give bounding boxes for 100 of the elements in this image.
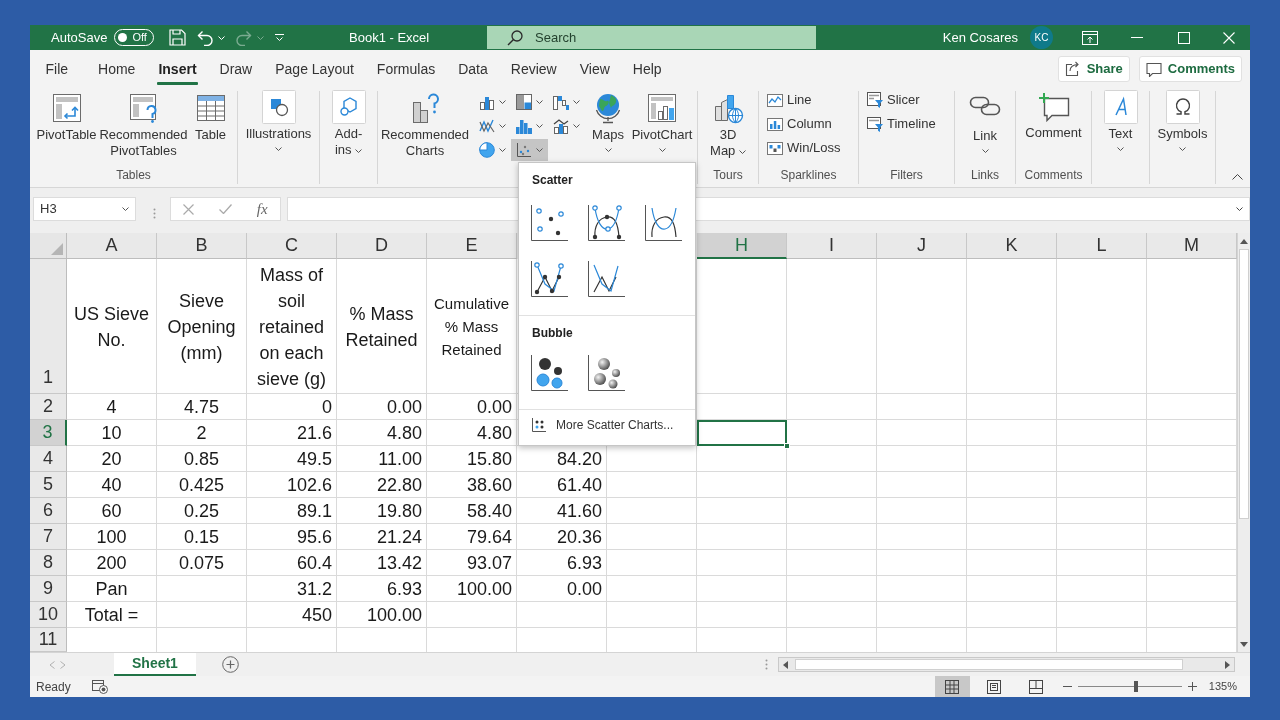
link-button[interactable]: Link — [965, 91, 1005, 158]
col-header[interactable]: C — [247, 233, 337, 259]
scroll-up-icon[interactable] — [1240, 239, 1248, 244]
3d-bubble-chart-icon[interactable] — [587, 354, 625, 392]
col-header[interactable]: B — [157, 233, 247, 259]
caret-icon — [981, 149, 989, 153]
recommended-charts-button[interactable]: Recommended Charts — [380, 91, 470, 159]
col-header[interactable]: L — [1057, 233, 1147, 259]
row-header[interactable]: 2 — [30, 394, 67, 420]
autosave-label: AutoSave — [51, 28, 108, 47]
table-cell-text: 41.60 — [555, 499, 603, 523]
menu-tab[interactable]: View — [568, 50, 622, 88]
comment-button[interactable]: Comment — [1019, 91, 1088, 141]
pivotchart-button[interactable]: PivotChart — [629, 91, 695, 157]
menu-tab[interactable]: Review — [499, 50, 569, 88]
menu-tab[interactable]: Page Layout — [263, 50, 366, 88]
page-layout-icon — [987, 679, 1002, 694]
col-header[interactable]: A — [67, 233, 157, 259]
more-scatter-charts-link[interactable]: More Scatter Charts... — [519, 410, 674, 440]
row-header[interactable]: 10 — [30, 602, 67, 628]
user-avatar[interactable]: KC — [1030, 26, 1053, 49]
save-icon — [169, 29, 187, 46]
scrollbar-thumb[interactable] — [795, 659, 1183, 670]
collapse-ribbon-button[interactable] — [1230, 172, 1245, 182]
selected-cell[interactable] — [697, 420, 787, 446]
table-cell-text: 20.36 — [555, 525, 603, 549]
column-sparkline-button[interactable]: Column — [765, 112, 834, 136]
col-header[interactable]: I — [787, 233, 877, 259]
scroll-left-icon[interactable] — [783, 660, 788, 669]
text-button[interactable]: Text — [1097, 91, 1144, 156]
timeline-button[interactable]: Timeline — [865, 112, 938, 136]
fill-handle[interactable] — [784, 443, 790, 449]
share-button[interactable]: Share — [1057, 56, 1130, 82]
row-header[interactable]: 11 — [30, 628, 67, 652]
row-header[interactable]: 3 — [30, 420, 67, 446]
normal-view-button[interactable] — [934, 676, 970, 697]
table-cell-text: 0.00 — [385, 395, 423, 419]
name-box[interactable]: H3 — [33, 197, 136, 221]
caret-icon — [536, 100, 543, 104]
search-field[interactable]: Search — [487, 26, 816, 49]
line-sparkline-button[interactable]: Line — [765, 88, 814, 112]
symbols-button[interactable]: Symbols — [1152, 91, 1213, 156]
scatter-chart-button[interactable] — [511, 139, 548, 161]
sheet-tab[interactable]: Sheet1 — [114, 653, 196, 676]
row-header[interactable]: 9 — [30, 576, 67, 602]
win-loss-sparkline-button[interactable]: Win/Loss — [765, 136, 843, 160]
3d-map-button[interactable]: 3D Map — [708, 91, 748, 159]
recommended-pivottables-button[interactable]: Recommended PivotTables — [98, 91, 189, 159]
treemap-chart-icon — [516, 94, 532, 110]
table-cell-text: 0.00 — [475, 395, 513, 419]
table-cell-text: 61.40 — [555, 473, 603, 497]
close-icon — [1222, 31, 1235, 44]
menu-tab[interactable]: Help — [621, 50, 674, 88]
group-label: Sparklines — [780, 167, 837, 184]
zoom-slider-thumb[interactable] — [1134, 681, 1139, 692]
table-button[interactable]: Table — [190, 91, 231, 143]
scroll-right-icon[interactable] — [1225, 660, 1230, 669]
comments-button[interactable]: Comments — [1138, 56, 1242, 82]
table-cell-text: 13.42 — [375, 551, 423, 575]
col-header[interactable]: E — [427, 233, 517, 259]
scrollbar-thumb[interactable] — [1239, 249, 1249, 519]
add-ins-button[interactable]: Add-ins — [327, 91, 370, 158]
row-header[interactable]: 8 — [30, 550, 67, 576]
menu-tab[interactable]: Home — [86, 50, 147, 88]
row-header[interactable]: 5 — [30, 472, 67, 498]
bubble-chart-icon[interactable] — [530, 354, 568, 392]
pivottable-button[interactable]: PivotTable — [36, 91, 97, 143]
col-header[interactable]: M — [1147, 233, 1237, 259]
line-chart-icon — [479, 118, 495, 134]
row-header[interactable]: 1 — [30, 259, 67, 394]
add-sheet-icon[interactable] — [221, 656, 239, 673]
row-header[interactable]: 7 — [30, 524, 67, 550]
zoom-level: 135% — [1208, 679, 1237, 695]
insert-function-button[interactable]: fx — [253, 201, 271, 217]
col-header[interactable]: K — [967, 233, 1057, 259]
straight-lines-icon[interactable] — [587, 259, 625, 298]
straight-lines-markers-icon[interactable] — [530, 259, 568, 298]
column-chart-icon — [479, 94, 495, 110]
scroll-down-icon[interactable] — [1240, 642, 1248, 647]
macro-record-icon[interactable] — [91, 679, 108, 694]
maps-button[interactable]: Maps — [589, 91, 627, 157]
menu-tab[interactable]: Data — [446, 50, 500, 88]
col-header[interactable]: J — [877, 233, 967, 259]
menu-tab[interactable]: Formulas — [365, 50, 447, 88]
caret-icon — [275, 147, 282, 151]
illustrations-button[interactable]: Illustrations — [242, 91, 315, 156]
row-header[interactable]: 6 — [30, 498, 67, 524]
table-cell-text: 38.60 — [465, 473, 513, 497]
row-header[interactable]: 4 — [30, 446, 67, 472]
table-cell-text: Cumulative % Mass Retained — [433, 294, 510, 360]
menu-tab[interactable]: File — [34, 50, 80, 88]
horizontal-scrollbar[interactable] — [778, 657, 1235, 672]
column-sparkline-icon — [767, 116, 783, 132]
menu-tab[interactable]: Insert — [146, 50, 209, 88]
vertical-scrollbar[interactable] — [1237, 233, 1250, 652]
section-heading: Scatter — [532, 172, 573, 189]
col-header[interactable]: H — [697, 233, 787, 259]
menu-tab[interactable]: Draw — [208, 50, 264, 88]
col-header[interactable]: D — [337, 233, 427, 259]
slicer-button[interactable]: Slicer — [865, 88, 922, 112]
